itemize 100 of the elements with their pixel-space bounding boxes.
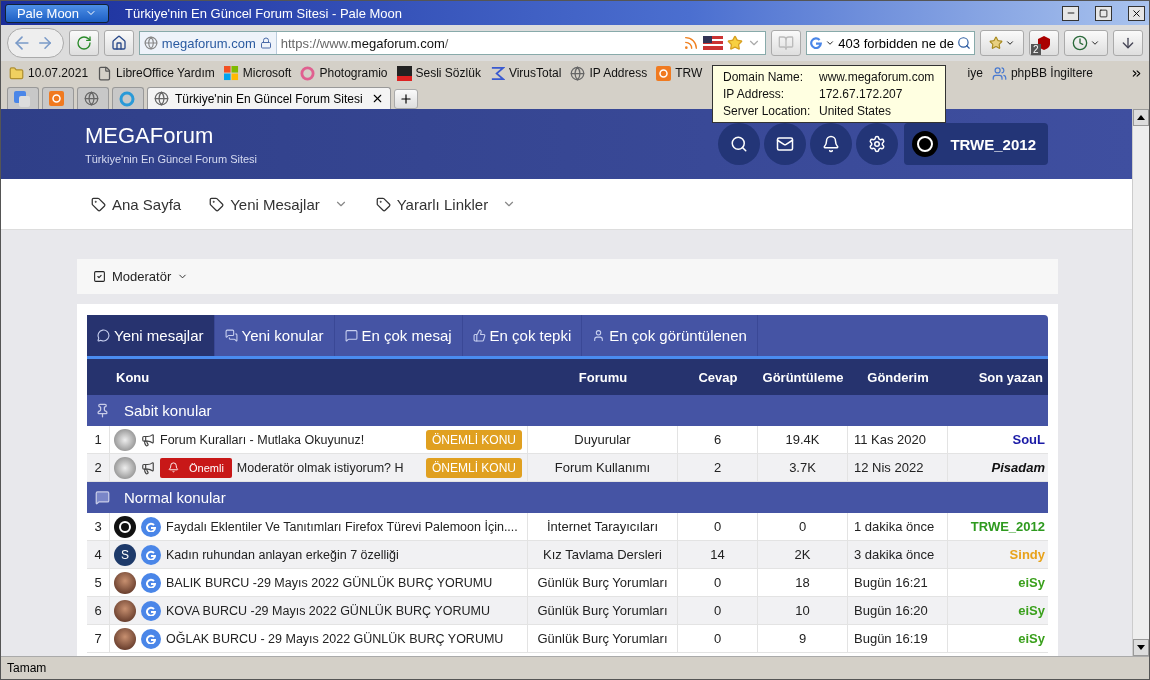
- home-icon: [110, 35, 127, 51]
- close-icon[interactable]: [371, 92, 384, 105]
- forum-link[interactable]: Günlük Burç Yorumları: [528, 597, 678, 624]
- user-button[interactable]: TRWE_2012: [904, 123, 1048, 165]
- widget-tab[interactable]: Yeni konular: [214, 315, 335, 356]
- topic-link[interactable]: Kadın ruhundan anlayan erkeğin 7 özelliği: [166, 547, 399, 562]
- checkbox-icon: [93, 270, 106, 283]
- tag-icon: [209, 196, 225, 212]
- nav-link[interactable]: Ana Sayfa: [91, 195, 182, 213]
- url-field[interactable]: megaforum.com https://www.megaforum.com/: [138, 31, 767, 55]
- lock-icon: [259, 37, 272, 49]
- browser-tab[interactable]: [7, 87, 39, 109]
- google-icon: [141, 628, 161, 649]
- reload-button[interactable]: [68, 30, 99, 56]
- site-identity[interactable]: megaforum.com: [139, 32, 277, 54]
- widget-tab[interactable]: Yeni mesajlar: [87, 315, 215, 356]
- views-count: 3.7K: [758, 454, 848, 481]
- info-label: Server Location:: [723, 104, 812, 118]
- post-date: Bugün 16:21: [848, 569, 948, 596]
- scroll-up-button[interactable]: [1133, 109, 1149, 126]
- google-icon: [141, 516, 161, 537]
- widget-tab[interactable]: En çok mesaj: [334, 315, 463, 356]
- star-icon: [989, 36, 1003, 50]
- widget-tab[interactable]: En çok tepki: [462, 315, 583, 356]
- addon-button[interactable]: 2: [1029, 30, 1059, 56]
- bookmark[interactable]: Sesli Sözlük: [396, 65, 481, 81]
- bell-icon: [822, 135, 841, 153]
- replies-count: 0: [678, 569, 758, 596]
- nav-link[interactable]: Yararlı Linkler: [375, 195, 517, 213]
- rss-icon[interactable]: [683, 35, 700, 51]
- bookmark[interactable]: LibreOffice Yardım: [97, 65, 215, 81]
- bell-button[interactable]: [810, 123, 853, 165]
- forum-link[interactable]: İnternet Tarayıcıları: [528, 513, 678, 540]
- search-button[interactable]: [718, 123, 761, 165]
- settings-button[interactable]: [856, 123, 899, 165]
- replies-count: 0: [678, 597, 758, 624]
- speech-bubble-icon: [97, 329, 110, 342]
- bookmark[interactable]: 10.07.2021: [9, 65, 89, 81]
- column-header: Gönderim: [866, 369, 930, 385]
- search-field[interactable]: 403 forbidden ne de: [806, 31, 975, 55]
- mail-button[interactable]: [764, 123, 807, 165]
- bookmark[interactable]: phpBB İngiltere: [991, 65, 1093, 81]
- reload-icon: [75, 35, 92, 51]
- moderator-menu[interactable]: Moderatör: [77, 259, 1058, 294]
- globe-icon: [84, 91, 99, 106]
- row-number: 1: [87, 426, 110, 453]
- google-icon: [141, 600, 161, 621]
- forum-link[interactable]: Forum Kullanımı: [528, 454, 678, 481]
- views-count: 10: [758, 597, 848, 624]
- history-button[interactable]: [1064, 30, 1108, 56]
- minimize-button[interactable]: [1062, 5, 1079, 21]
- new-tab-button[interactable]: [394, 89, 418, 109]
- topic-link[interactable]: BALIK BURCU -29 Mayıs 2022 GÜNLÜK BURÇ YORUMU: [166, 575, 493, 590]
- forum-link[interactable]: Duyurular: [528, 426, 678, 453]
- topic-link[interactable]: Moderatör olmak istiyorum? H: [236, 460, 404, 475]
- site-title[interactable]: MEGAForum: [85, 123, 214, 149]
- forum-link[interactable]: Günlük Burç Yorumları: [528, 625, 678, 652]
- replies-count: 2: [678, 454, 758, 481]
- topic-link[interactable]: Faydalı Eklentiler Ve Tanıtımları Firefox Türevi Palemoon İçin....: [166, 519, 518, 534]
- column-header: Görüntüleme: [761, 369, 845, 385]
- topic-link[interactable]: OĞLAK BURCU - 29 Mayıs 2022 GÜNLÜK BURÇ YORUMU: [166, 631, 504, 646]
- author-link[interactable]: SouL: [948, 426, 1049, 453]
- widget-tab[interactable]: En çok görüntülenen: [582, 315, 758, 356]
- column-header: Konu: [115, 369, 151, 385]
- caret-icon: [1005, 38, 1015, 48]
- bookmark[interactable]: Microsoft: [223, 65, 292, 81]
- star-icon[interactable]: [727, 35, 744, 51]
- nav-link[interactable]: Yeni Mesajlar: [209, 195, 348, 213]
- person-icon: [592, 329, 606, 342]
- topic-link[interactable]: Forum Kuralları - Mutlaka Okuyunuz!: [160, 432, 365, 447]
- scroll-down-button[interactable]: [1133, 639, 1149, 656]
- flag-icon[interactable]: [703, 36, 724, 50]
- pin-icon: [95, 403, 110, 418]
- avatar: [114, 599, 136, 622]
- browser-tab[interactable]: [42, 87, 74, 109]
- caret-icon: [825, 38, 836, 48]
- info-label: IP Address:: [723, 87, 786, 101]
- maximize-button[interactable]: [1095, 5, 1112, 21]
- forum-link[interactable]: Günlük Burç Yorumları: [528, 569, 678, 596]
- column-header: Forumu: [577, 369, 629, 385]
- search-icon[interactable]: [957, 36, 971, 50]
- close-button[interactable]: [1128, 5, 1145, 21]
- mail-icon: [776, 135, 795, 153]
- forum-link[interactable]: Kız Tavlama Dersleri: [528, 541, 678, 568]
- browser-tab[interactable]: [77, 87, 109, 109]
- bookmark[interactable]: Photogramio: [300, 65, 388, 81]
- bookmark[interactable]: IP Address: [570, 65, 648, 81]
- bookmark[interactable]: iye: [967, 66, 983, 80]
- column-header: Son yazan: [977, 369, 1044, 385]
- topic-link[interactable]: KOVA BURCU -29 Mayıs 2022 GÜNLÜK BURÇ YORUMU: [166, 603, 490, 618]
- bookmark[interactable]: TRW: [656, 65, 703, 81]
- bookmarks-button[interactable]: [980, 30, 1024, 56]
- browser-tab[interactable]: Türkiye'nin En Güncel Forum Sitesi: [147, 87, 391, 109]
- downloads-button[interactable]: [1113, 30, 1143, 56]
- author-link[interactable]: TRWE_2012: [948, 513, 1049, 540]
- google-icon: [810, 37, 823, 49]
- app-menu-button[interactable]: Pale Moon: [5, 3, 109, 23]
- bookmark[interactable]: VirusTotal: [489, 65, 562, 81]
- home-button[interactable]: [103, 30, 134, 56]
- author-link[interactable]: Pisadam: [948, 454, 1049, 481]
